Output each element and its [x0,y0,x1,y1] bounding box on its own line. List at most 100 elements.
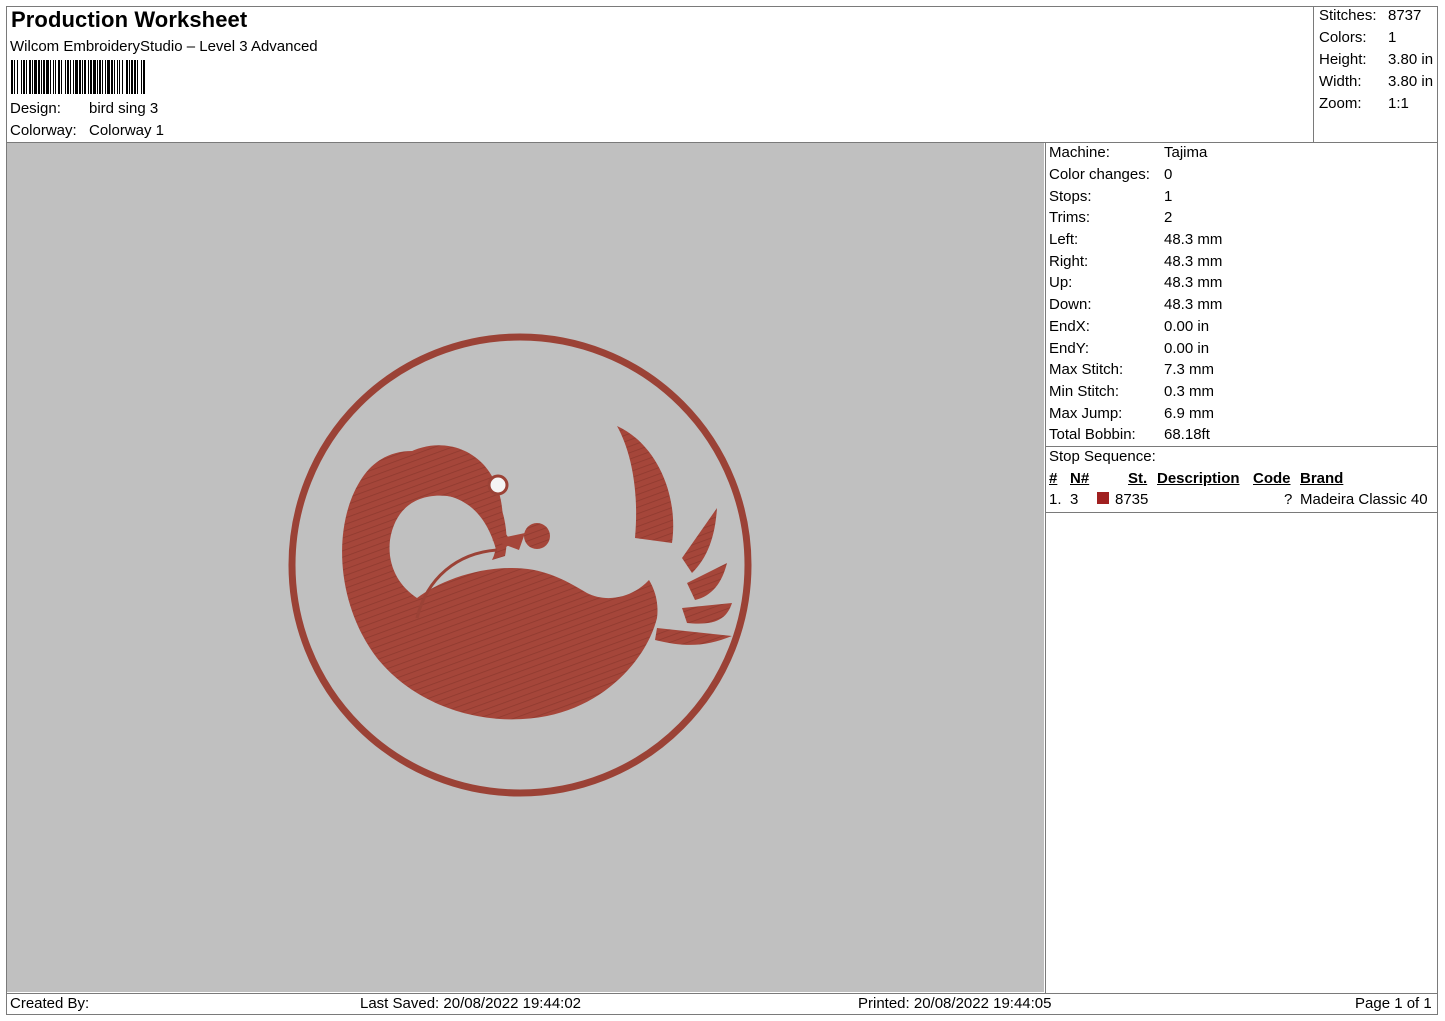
machine-label: Machine: [1049,144,1110,161]
colors-value: 1 [1388,29,1397,46]
barcode-bar [84,60,86,94]
created-by: Created By: [10,995,90,1012]
barcode-bar [50,60,51,94]
tail-feather-1 [617,426,674,543]
barcode-bar [119,60,120,94]
barcode-bar [122,60,123,94]
total-bobbin-label: Total Bobbin: [1049,426,1136,443]
barcode-bar [129,60,130,94]
barcode-bar [143,60,145,94]
barcode-bar [82,60,83,94]
stop-row-st: 8735 [1115,491,1149,508]
barcode-bar [38,60,40,94]
left-label: Left: [1049,231,1079,248]
col-header-n: N# [1070,470,1090,487]
printed-date: Printed: 20/08/2022 19:44:05 [858,995,1052,1012]
up-label: Up: [1049,274,1073,291]
right-value: 48.3 mm [1164,253,1223,270]
endx-label: EndX: [1049,318,1090,335]
stops-label: Stops: [1049,188,1092,205]
col-header-st: St. [1128,470,1148,487]
stop-row-num: 1. [1049,491,1062,508]
barcode [11,60,145,94]
col-header-description: Description [1157,470,1240,487]
barcode-bar [88,60,89,94]
barcode-bar [58,60,60,94]
bird-embroidery-design [288,333,752,797]
min-stitch-value: 0.3 mm [1164,383,1215,400]
page-number: Page 1 of 1 [1355,995,1432,1012]
barcode-bar [29,60,31,94]
col-header-brand: Brand [1300,470,1344,487]
endy-value: 0.00 in [1164,340,1210,357]
max-stitch-value: 7.3 mm [1164,361,1215,378]
col-header-code: Code [1253,470,1291,487]
thread-color-swatch [1097,492,1109,504]
tail-feather-2 [682,508,717,573]
stops-value: 1 [1164,188,1173,205]
stop-sequence-title: Stop Sequence: [1049,448,1156,465]
page-title: Production Worksheet [11,7,248,32]
barcode-bar [102,60,103,94]
barcode-bar [61,60,62,94]
barcode-bar [97,60,98,94]
total-bobbin-value: 68.18ft [1164,426,1210,443]
barcode-bar [90,60,92,94]
last-saved: Last Saved: 20/08/2022 19:44:02 [360,995,582,1012]
design-canvas [7,143,1044,992]
barcode-bar [26,60,27,94]
barcode-bar [55,60,56,94]
stop-table-divider [1045,512,1438,513]
stop-row-brand: Madeira Classic 40 [1300,491,1428,508]
color-changes-value: 0 [1164,166,1173,183]
down-value: 48.3 mm [1164,296,1223,313]
endy-label: EndY: [1049,340,1090,357]
barcode-bar [67,60,69,94]
width-value: 3.80 in [1388,73,1434,90]
trims-value: 2 [1164,209,1173,226]
machine-value: Tajima [1164,144,1208,161]
barcode-bar [137,60,138,94]
barcode-bar [105,60,106,94]
max-stitch-label: Max Stitch: [1049,361,1124,378]
color-changes-label: Color changes: [1049,166,1150,183]
max-jump-label: Max Jump: [1049,405,1123,422]
bird-eye [487,474,509,496]
zoom-value: 1:1 [1388,95,1409,112]
design-value: bird sing 3 [89,100,159,117]
colorway-label: Colorway: [10,122,77,139]
barcode-bar [14,60,15,94]
up-value: 48.3 mm [1164,274,1223,291]
colorway-value: Colorway 1 [89,122,165,139]
design-label: Design: [10,100,61,117]
barcode-bar [65,60,66,94]
endx-value: 0.00 in [1164,318,1210,335]
barcode-bar [111,60,113,94]
trims-label: Trims: [1049,209,1091,226]
stop-row-code: ? [1284,491,1293,508]
right-label: Right: [1049,253,1089,270]
tail-feather-5 [655,628,732,645]
barcode-bar [21,60,22,94]
max-jump-value: 6.9 mm [1164,405,1215,422]
barcode-bar [11,60,13,94]
barcode-bar [32,60,33,94]
barcode-bar [131,60,133,94]
summary-divider [1313,6,1314,143]
barcode-bar [134,60,136,94]
min-stitch-label: Min Stitch: [1049,383,1120,400]
barcode-bar [75,60,78,94]
stop-sequence-divider [1045,446,1438,447]
left-value: 48.3 mm [1164,231,1223,248]
barcode-bar [117,60,118,94]
barcode-bar [141,60,142,94]
barcode-bar [107,60,110,94]
barcode-bar [99,60,101,94]
barcode-bar [114,60,115,94]
barcode-bar [17,60,18,94]
zoom-label: Zoom: [1319,95,1362,112]
barcode-bar [73,60,74,94]
colors-label: Colors: [1319,29,1367,46]
stitches-label: Stitches: [1319,7,1377,24]
barcode-bar [23,60,25,94]
